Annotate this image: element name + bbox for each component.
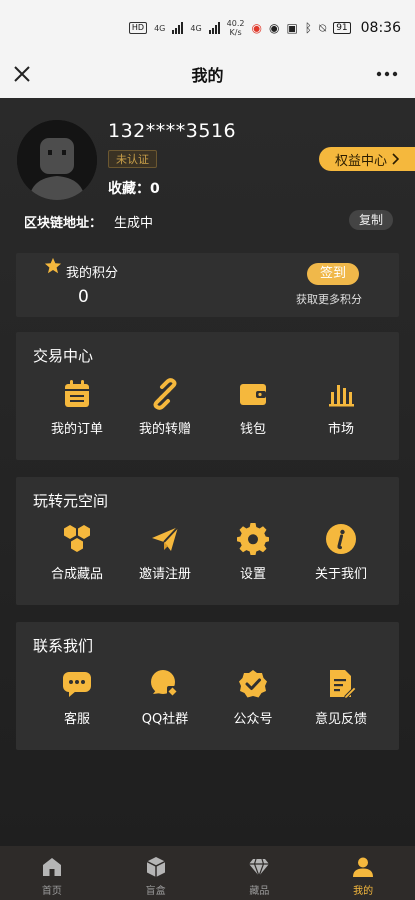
page-title: 我的: [191, 66, 224, 85]
paper-plane-icon: [152, 526, 179, 551]
settings-label: 设置: [239, 567, 266, 582]
network-speed: 40.2 K/s: [227, 19, 245, 37]
my-orders-item[interactable]: 我的订单: [33, 378, 121, 437]
feedback-icon: [330, 670, 357, 700]
diamond-icon: [249, 858, 270, 878]
chain-address-value: 生成中: [114, 216, 154, 231]
signin-hint: 获取更多积分: [296, 293, 362, 306]
tab-blind-box-label: 盲盒: [145, 886, 166, 897]
collection-count: 收藏：0: [108, 181, 160, 197]
feedback-item[interactable]: 意见反馈: [297, 668, 385, 727]
hexagons-icon: [64, 525, 90, 552]
default-avatar-icon: [17, 120, 97, 200]
settings-item[interactable]: 设置: [209, 523, 297, 582]
eye-icon: ◉: [268, 21, 280, 35]
certification-badge[interactable]: 未认证: [108, 150, 157, 168]
market-item[interactable]: 市场: [297, 378, 385, 437]
status-bar: HD 4G 4G 40.2 K/s ◉ ◉ ▣ ᛒ ⍉ 91 08:36: [0, 0, 415, 56]
tab-mine-label: 我的: [353, 886, 374, 897]
box-icon: [146, 857, 165, 877]
invite-label: 邀请注册: [138, 567, 191, 582]
hd-indicator: HD: [128, 22, 148, 34]
meta-space-grid: 合成藏品 邀请注册 设置 关于我们: [16, 523, 399, 582]
signal-icon: [172, 22, 184, 34]
invite-item[interactable]: 邀请注册: [121, 523, 209, 582]
battery-indicator: 91: [333, 22, 351, 34]
verified-badge-icon: [239, 670, 267, 698]
signal-icon-2: [208, 22, 220, 34]
bottom-tab-bar: 首页 盲盒 藏品 我的: [0, 846, 415, 900]
contact-us-card: 联系我们 客服 QQ社群 公众号 意见反馈: [16, 622, 399, 750]
chain-address-label: 区块链地址：: [24, 216, 103, 231]
bar-chart-icon: [329, 385, 354, 407]
weibo-icon: ◉: [251, 21, 262, 35]
close-icon[interactable]: [12, 64, 32, 84]
official-account-label: 公众号: [233, 712, 273, 727]
network-type-2: 4G: [190, 23, 202, 33]
meta-space-title: 玩转元空间: [33, 492, 109, 510]
qq-group-item[interactable]: QQ社群: [121, 668, 209, 727]
contact-us-title: 联系我们: [33, 637, 94, 655]
wallet-label: 钱包: [239, 422, 266, 437]
trade-center-title: 交易中心: [33, 347, 94, 365]
user-icon: [353, 857, 374, 877]
star-icon: [44, 257, 62, 274]
tab-home-label: 首页: [41, 886, 62, 897]
wallet-item[interactable]: 钱包: [209, 378, 297, 437]
user-phone: 132****3516: [108, 120, 237, 142]
avatar[interactable]: [17, 120, 97, 200]
copy-button[interactable]: 复制: [349, 210, 393, 230]
nav-bar: 我的: [0, 50, 415, 98]
my-transfers-item[interactable]: 我的转赠: [121, 378, 209, 437]
more-icon[interactable]: [375, 64, 399, 84]
status-icons: HD 4G 4G 40.2 K/s ◉ ◉ ▣ ᛒ ⍉ 91 08:36: [128, 19, 401, 37]
mute-icon: ⍉: [318, 20, 327, 35]
link-icon: [153, 378, 177, 410]
qq-group-label: QQ社群: [141, 712, 189, 727]
qq-group-icon: [151, 670, 178, 697]
customer-service-item[interactable]: 客服: [33, 668, 121, 727]
contact-us-grid: 客服 QQ社群 公众号 意见反馈: [16, 668, 399, 727]
trade-center-grid: 我的订单 我的转赠 钱包 市场: [16, 378, 399, 437]
points-card: 我的积分 0 签到 获取更多积分: [16, 253, 399, 317]
rights-center-button[interactable]: 权益中心: [319, 147, 415, 171]
tab-collection-label: 藏品: [249, 886, 270, 897]
chat-icon: [63, 672, 91, 697]
rights-center-label: 权益中心: [334, 153, 387, 169]
tab-mine[interactable]: 我的: [311, 846, 415, 900]
info-icon: [326, 524, 356, 554]
feedback-label: 意见反馈: [314, 712, 367, 727]
gear-icon: [237, 523, 269, 555]
home-icon: [42, 858, 61, 876]
customer-service-label: 客服: [63, 712, 90, 727]
points-title: 我的积分: [66, 266, 119, 281]
official-account-item[interactable]: 公众号: [209, 668, 297, 727]
market-label: 市场: [327, 422, 354, 437]
main-content: 132****3516 未认证 收藏：0 权益中心 区块链地址： 生成中 复制 …: [0, 98, 415, 846]
meta-space-card: 玩转元空间 合成藏品 邀请注册 设置 关于我们: [16, 477, 399, 605]
my-transfers-label: 我的转赠: [138, 422, 191, 437]
tab-collection[interactable]: 藏品: [208, 846, 312, 900]
about-us-item[interactable]: 关于我们: [297, 523, 385, 582]
my-orders-label: 我的订单: [50, 422, 103, 437]
about-us-label: 关于我们: [314, 567, 367, 582]
tab-blind-box[interactable]: 盲盒: [104, 846, 208, 900]
wallet-icon: [240, 384, 266, 405]
points-value: 0: [78, 287, 89, 307]
tab-home[interactable]: 首页: [0, 846, 104, 900]
chevron-right-icon: [392, 153, 399, 165]
network-speed-value: 40.2: [226, 19, 245, 28]
trade-center-card: 交易中心 我的订单 我的转赠 钱包 市场: [16, 332, 399, 460]
bluetooth-icon: ᛒ: [304, 21, 312, 35]
synthesize-label: 合成藏品: [50, 567, 103, 582]
synthesize-item[interactable]: 合成藏品: [33, 523, 121, 582]
network-type-1: 4G: [154, 23, 166, 33]
calendar-icon: [65, 380, 89, 407]
clock: 08:36: [360, 20, 401, 36]
nfc-icon: ▣: [286, 21, 298, 35]
network-speed-unit: K/s: [229, 28, 242, 37]
signin-button[interactable]: 签到: [307, 263, 359, 285]
